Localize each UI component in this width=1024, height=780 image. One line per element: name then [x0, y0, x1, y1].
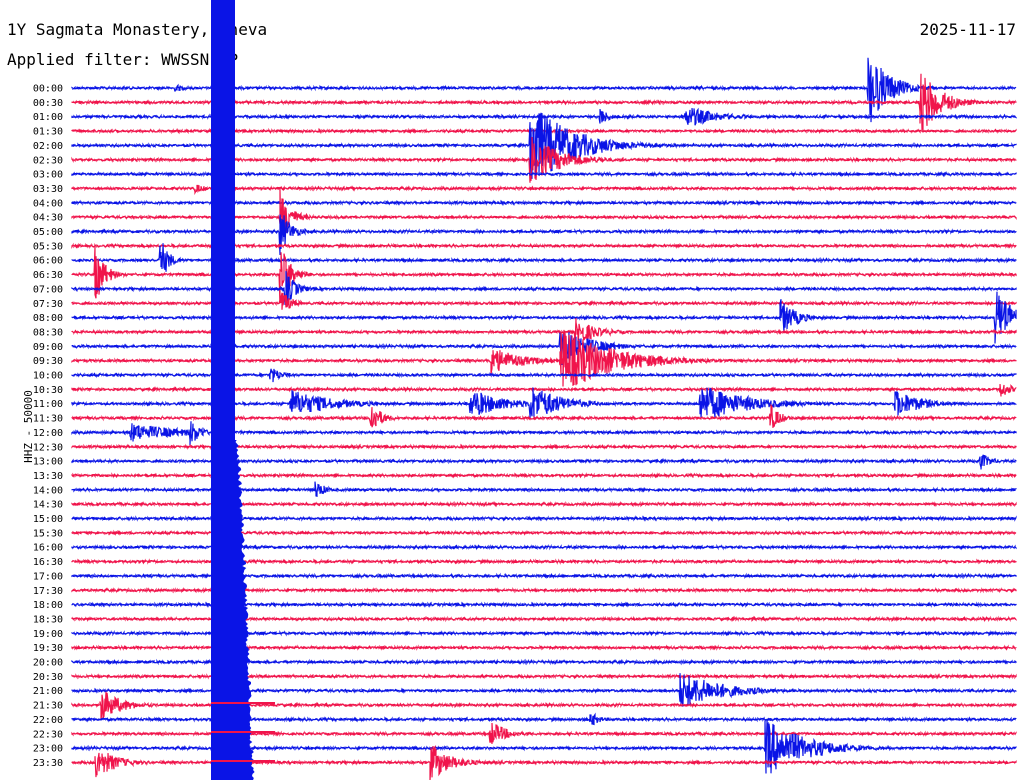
trace-time-label: 07:00: [33, 284, 63, 295]
trace-time-label: 10:30: [33, 385, 63, 396]
helicorder-plot: 00:00 00:30 01:00 01:30 02:00 02:30 03:00 03:30…: [33, 0, 1017, 780]
trace-time-label: 02:00: [33, 141, 63, 152]
trace-time-label: 04:00: [33, 198, 63, 209]
trace-time-label: 13:30: [33, 471, 63, 482]
trace-time-label: 21:30: [33, 701, 63, 712]
trace-time-label: 08:30: [33, 327, 63, 338]
trace-time-label: 19:30: [33, 643, 63, 654]
trace-time-label: 05:00: [33, 227, 63, 238]
trace-time-label: 16:30: [33, 557, 63, 568]
trace-time-label: 09:00: [33, 342, 63, 353]
trace-time-label: 06:00: [33, 256, 63, 267]
trace-time-label: 00:00: [33, 84, 63, 95]
trace-time-label: 08:00: [33, 313, 63, 324]
trace-time-label: 12:30: [33, 442, 63, 453]
trace-time-label: 14:30: [33, 500, 63, 511]
trace-time-label: 00:30: [33, 98, 63, 109]
trace-time-label: 22:30: [33, 729, 63, 740]
trace-time-label: 04:30: [33, 213, 63, 224]
trace-time-label: 01:00: [33, 112, 63, 123]
trace-time-label: 06:30: [33, 270, 63, 281]
trace-time-label: 15:00: [33, 514, 63, 525]
trace-time-label: 17:30: [33, 586, 63, 597]
trace-time-label: 05:30: [33, 241, 63, 252]
trace-time-label: 10:00: [33, 371, 63, 382]
trace-time-label: 23:00: [33, 744, 63, 755]
trace-time-label: 16:00: [33, 543, 63, 554]
trace-time-label: 17:00: [33, 571, 63, 582]
trace-time-label: 18:30: [33, 614, 63, 625]
trace-time-label: 09:30: [33, 356, 63, 367]
trace-time-label: 12:00: [33, 428, 63, 439]
helicorder-page: { "header": { "station": "1Y Sagmata Mon…: [0, 0, 1024, 780]
trace-time-label: 21:00: [33, 686, 63, 697]
trace-time-label: 11:00: [33, 399, 63, 410]
time-labels: 00:00 00:30 01:00 01:30 02:00 02:30 03:00 03:30…: [33, 84, 63, 769]
trace-time-label: 07:30: [33, 299, 63, 310]
trace-time-label: 02:30: [33, 155, 63, 166]
trace-time-label: 22:00: [33, 715, 63, 726]
trace-time-label: 23:30: [33, 758, 63, 769]
trace-time-label: 18:00: [33, 600, 63, 611]
trace-time-label: 13:00: [33, 457, 63, 468]
trace-time-label: 03:00: [33, 170, 63, 181]
trace-time-label: 01:30: [33, 127, 63, 138]
trace-time-label: 11:30: [33, 414, 63, 425]
trace-time-label: 03:30: [33, 184, 63, 195]
trace-time-label: 20:30: [33, 672, 63, 683]
trace-time-label: 15:30: [33, 528, 63, 539]
trace-time-label: 19:00: [33, 629, 63, 640]
trace-time-label: 14:00: [33, 485, 63, 496]
trace-time-label: 20:00: [33, 658, 63, 669]
saturated-quake-band: [211, 0, 235, 780]
